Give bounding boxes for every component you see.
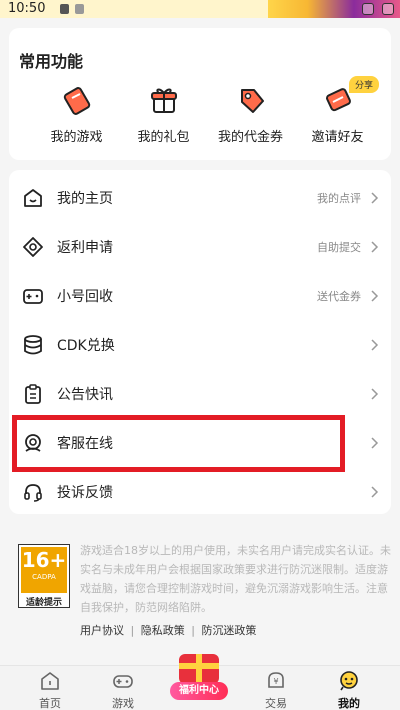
menu-item-complaint-feedback[interactable]: 投诉反馈 <box>9 467 391 516</box>
chevron-right-icon <box>367 190 381 204</box>
tab-welfare-center[interactable]: 福利中心 <box>168 654 230 704</box>
gift-box-icon <box>147 84 181 118</box>
age-rating-plate: 16+ CADPA <box>21 547 67 593</box>
policy-separator: | <box>191 624 195 637</box>
chevron-right-icon <box>367 288 381 302</box>
my-gifts-button[interactable]: 我的礼包 <box>116 84 211 145</box>
invite-friends-label: 邀请好友 <box>311 130 364 145</box>
share-badge: 分享 <box>349 76 380 93</box>
age-rating-org: CADPA <box>32 573 56 581</box>
voucher-tag-icon <box>234 84 268 118</box>
welfare-gift-icon <box>179 654 219 684</box>
common-functions-card: 常用功能 我的游戏 我的礼包 我的代金券 邀请好友 分享 <box>9 28 391 160</box>
banner-share-icon[interactable] <box>362 3 374 15</box>
trade-icon: ¥ <box>265 670 287 692</box>
my-vouchers-label: 我的代金券 <box>217 130 283 145</box>
tab-label: 福利中心 <box>170 682 228 700</box>
headset-icon <box>23 482 43 502</box>
gamepad-tab-icon <box>112 670 134 692</box>
chevron-right-icon <box>367 239 381 253</box>
menu-item-customer-service[interactable]: 客服在线 <box>9 418 391 467</box>
menu-item-my-homepage[interactable]: 我的主页 我的点评 <box>9 173 391 222</box>
my-gifts-label: 我的礼包 <box>137 130 190 145</box>
menu-item-rebate-application[interactable]: 返利申请 自助提交 <box>9 222 391 271</box>
age-rating-number: 16+ <box>21 548 67 572</box>
notification-icon <box>75 4 84 14</box>
menu-item-hint: 自助提交 <box>317 241 361 254</box>
status-bar: 10:50 <box>0 0 400 18</box>
menu-item-label: 客服在线 <box>57 436 113 452</box>
menu-item-label: 返利申请 <box>57 240 113 256</box>
user-agreement-link[interactable]: 用户协议 <box>80 622 124 638</box>
game-card-icon <box>60 84 94 118</box>
svg-text:¥: ¥ <box>273 677 278 686</box>
tab-label: 我的 <box>338 697 360 710</box>
anti-addiction-policy-link[interactable]: 防沉迷政策 <box>201 622 256 638</box>
menu-item-label: 投诉反馈 <box>57 485 113 501</box>
customer-service-icon <box>23 433 43 453</box>
privacy-policy-link[interactable]: 隐私政策 <box>141 622 185 638</box>
invite-friends-button[interactable]: 邀请好友 <box>290 84 385 145</box>
chevron-right-icon <box>367 435 381 449</box>
tab-games[interactable]: 游戏 <box>93 670 153 710</box>
tab-trade[interactable]: ¥ 交易 <box>246 670 306 710</box>
menu-item-label: 公告快讯 <box>57 387 113 403</box>
my-games-label: 我的游戏 <box>50 130 103 145</box>
tab-profile[interactable]: 我的 <box>319 670 379 710</box>
menu-card: 我的主页 我的点评 返利申请 自助提交 小号回收 送代金券 CDK兑换 公告快讯 <box>9 170 391 514</box>
my-vouchers-button[interactable]: 我的代金券 <box>203 84 298 145</box>
policy-links: 用户协议 | 隐私政策 | 防沉迷政策 <box>80 622 256 638</box>
menu-item-cdk-exchange[interactable]: CDK兑换 <box>9 320 391 369</box>
menu-item-announcements[interactable]: 公告快讯 <box>9 369 391 418</box>
clipboard-icon <box>23 384 43 404</box>
policy-separator: | <box>130 624 135 637</box>
notification-icon <box>60 4 69 14</box>
chevron-right-icon <box>367 386 381 400</box>
database-icon <box>23 335 43 355</box>
banner-settings-icon[interactable] <box>382 3 394 15</box>
menu-item-hint: 送代金券 <box>317 290 361 303</box>
tab-label: 交易 <box>265 697 287 710</box>
profile-icon <box>338 670 360 692</box>
anti-addiction-notice: 游戏适合18岁以上的用户使用，未实名用户请完成实名认证。未实名与未成年用户会根据… <box>80 544 391 614</box>
tab-home[interactable]: 首页 <box>20 670 80 710</box>
gamepad-icon <box>23 286 43 306</box>
age-rating-caption: 适龄提示 <box>25 598 62 608</box>
home-tab-icon <box>39 670 61 692</box>
promo-banner[interactable] <box>268 0 400 18</box>
menu-item-label: CDK兑换 <box>57 338 115 354</box>
bottom-tab-bar: 首页 游戏 福利中心 ¥ 交易 我的 <box>0 654 400 710</box>
section-title: 常用功能 <box>19 52 84 71</box>
rebate-icon <box>23 237 43 257</box>
chevron-right-icon <box>367 484 381 498</box>
my-games-button[interactable]: 我的游戏 <box>29 84 124 145</box>
tab-label: 首页 <box>39 697 61 710</box>
age-rating-badge[interactable]: 16+ CADPA 适龄提示 <box>18 544 70 608</box>
home-icon <box>23 188 43 208</box>
chevron-right-icon <box>367 337 381 351</box>
menu-item-hint: 我的点评 <box>317 192 361 205</box>
tab-label: 游戏 <box>112 697 134 710</box>
menu-item-label: 小号回收 <box>57 289 113 305</box>
menu-item-account-recycle[interactable]: 小号回收 送代金券 <box>9 271 391 320</box>
status-time: 10:50 <box>8 1 46 16</box>
menu-item-label: 我的主页 <box>57 191 113 207</box>
